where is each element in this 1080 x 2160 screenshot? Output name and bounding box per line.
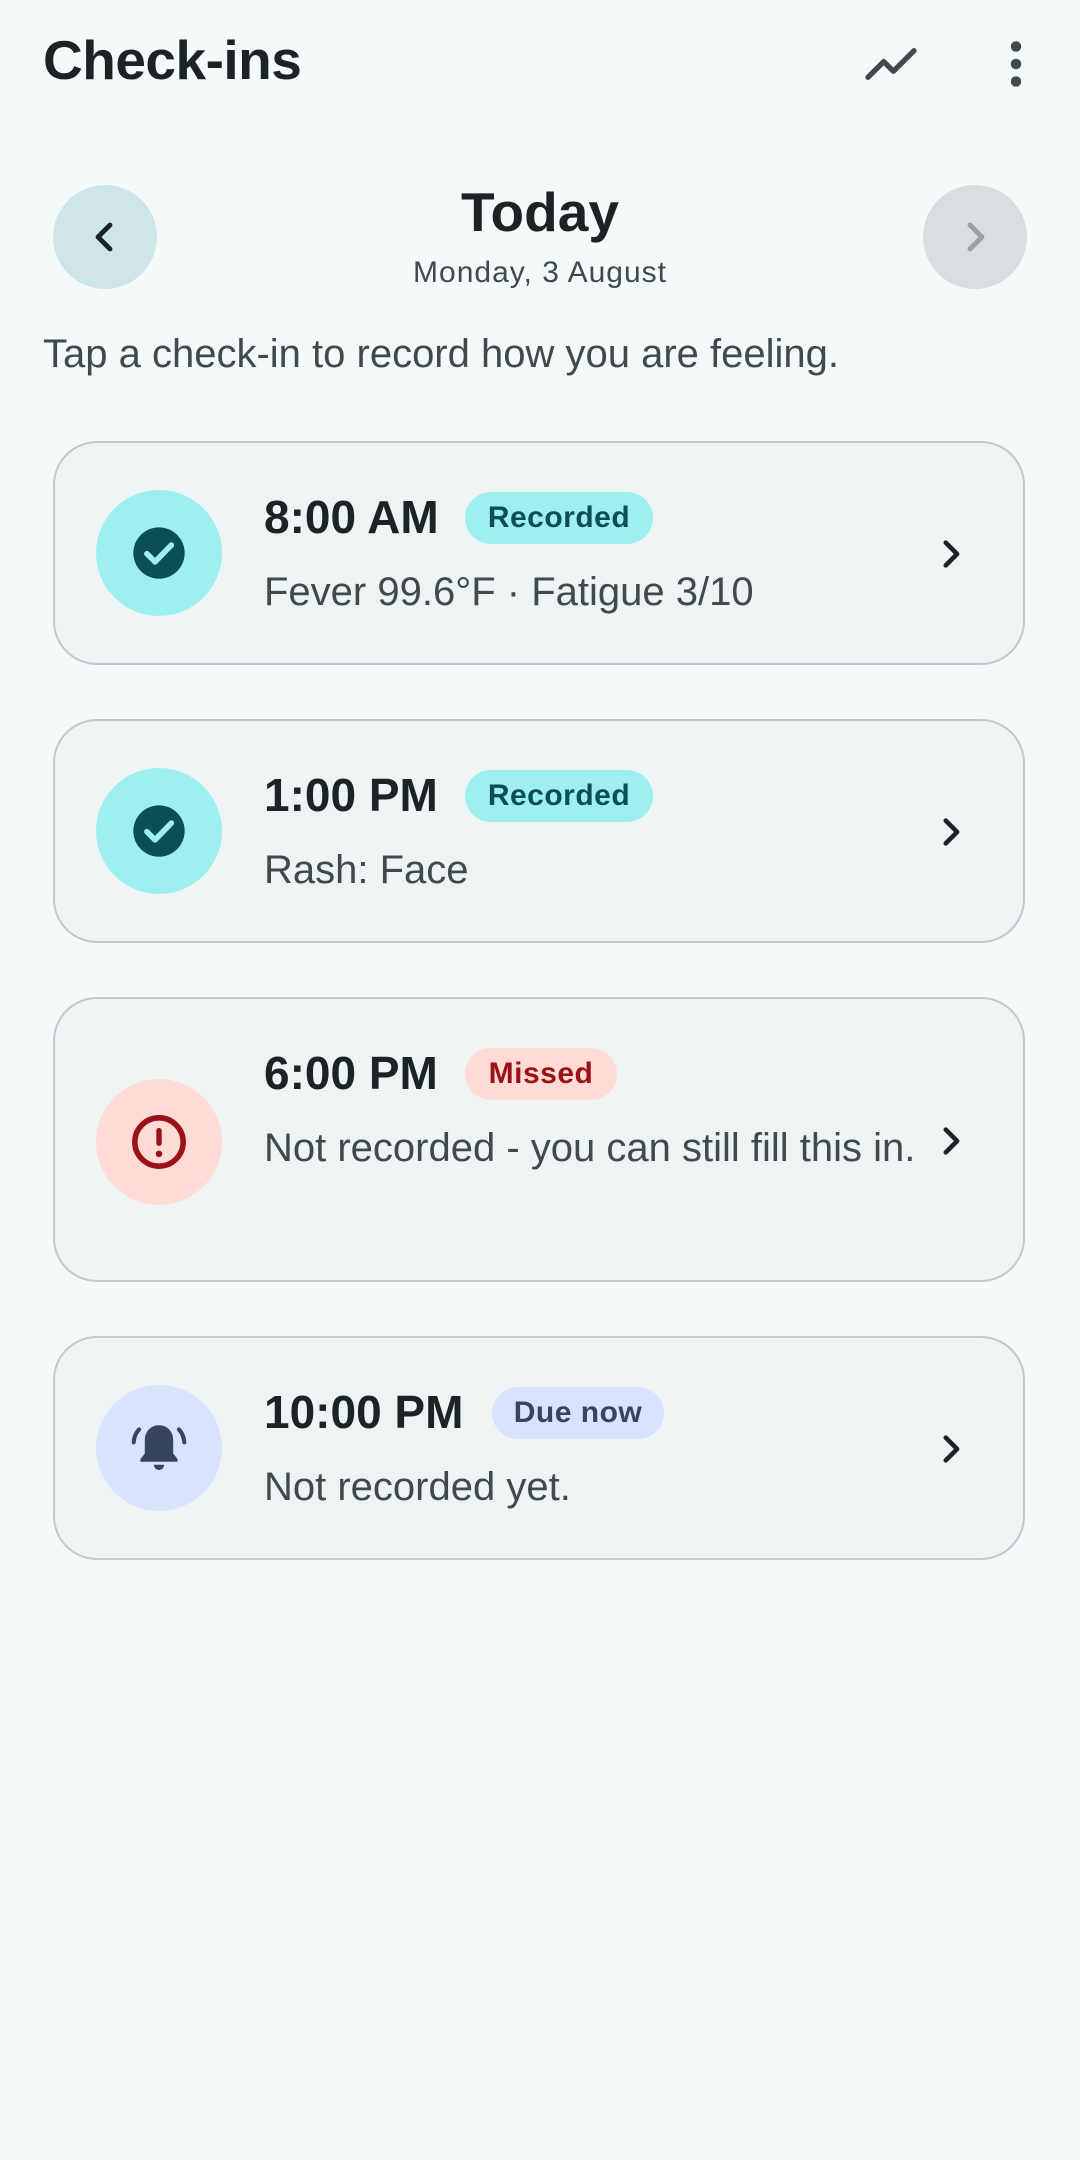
trends-button[interactable] [855, 28, 927, 100]
chevron-right-icon [925, 1115, 977, 1167]
chevron-right-icon [925, 806, 977, 858]
date-title: Today [461, 181, 619, 243]
chevron-right-icon [967, 222, 985, 252]
date-subtitle: Monday, 3 August [413, 256, 667, 289]
status-avatar [96, 1079, 222, 1205]
status-badge: Recorded [465, 770, 653, 822]
more-options-button[interactable] [980, 28, 1052, 100]
checkin-summary: Rash: Face [264, 848, 469, 892]
error-icon [132, 1115, 186, 1169]
check-circle-icon [133, 805, 185, 857]
status-avatar [96, 768, 222, 894]
checkin-time: 8:00 AM [264, 491, 439, 543]
checkin-card-1300[interactable]: 1:00 PM Recorded Rash: Face [53, 719, 1025, 943]
checkin-card-2200[interactable]: 10:00 PM Due now Not recorded yet. [53, 1336, 1025, 1560]
status-avatar [96, 490, 222, 616]
status-avatar [96, 1385, 222, 1511]
checkin-time: 10:00 PM [264, 1386, 464, 1438]
page-title: Check-ins [43, 29, 302, 91]
checkins-screen: Check-ins Today Monday, 3 August Tap a c… [0, 0, 1080, 2160]
app-bar: Check-ins [0, 0, 1080, 128]
checkin-time: 6:00 PM [264, 1047, 438, 1099]
checkin-summary: Not recorded - you can still fill this i… [264, 1126, 916, 1170]
chevron-right-icon [925, 1423, 977, 1475]
next-day-button[interactable] [923, 185, 1027, 289]
status-badge: Recorded [465, 492, 653, 544]
chevron-right-icon [925, 528, 977, 580]
status-badge: Due now [492, 1387, 664, 1439]
instructions-text: Tap a check-in to record how you are fee… [43, 332, 839, 376]
checkin-time: 1:00 PM [264, 769, 438, 821]
check-circle-icon [133, 527, 185, 579]
trending-up-icon [865, 48, 917, 80]
checkin-card-1800[interactable]: 6:00 PM Missed Not recorded - you can st… [53, 997, 1025, 1282]
more-vert-icon [1010, 41, 1022, 87]
status-badge: Missed [465, 1048, 617, 1100]
bell-ringing-icon [131, 1425, 187, 1470]
date-navigator: Today Monday, 3 August [0, 180, 1080, 300]
checkin-card-0800[interactable]: 8:00 AM Recorded Fever 99.6°F · Fatigue … [53, 441, 1025, 665]
checkin-summary: Fever 99.6°F · Fatigue 3/10 [264, 570, 754, 614]
checkin-summary: Not recorded yet. [264, 1465, 571, 1509]
